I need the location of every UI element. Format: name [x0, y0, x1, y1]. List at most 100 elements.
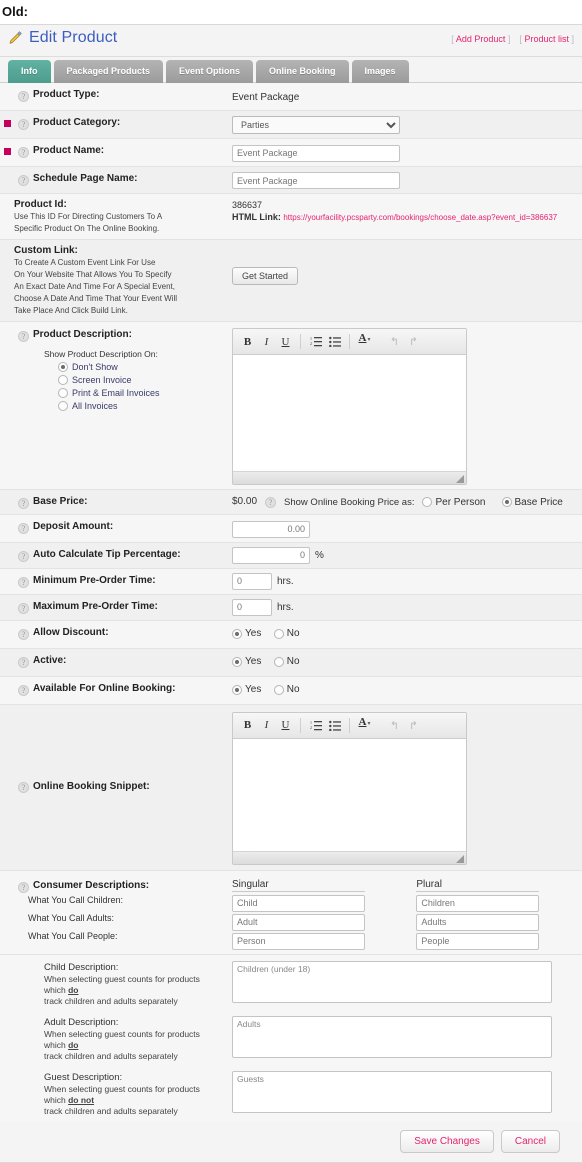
underline-icon[interactable]: U: [277, 716, 294, 735]
children-singular-input[interactable]: [232, 894, 365, 912]
option-screen-invoice[interactable]: Screen Invoice: [58, 375, 226, 385]
available-online-no-label: No: [286, 684, 300, 695]
children-plural-input[interactable]: [416, 894, 540, 912]
radio-yes-icon[interactable]: [232, 628, 242, 639]
adults-singular-input[interactable]: [232, 913, 365, 931]
child-description-textarea[interactable]: [232, 960, 552, 1003]
deposit-amount-input[interactable]: [232, 520, 310, 538]
help-icon[interactable]: ?: [18, 91, 29, 102]
get-started-button[interactable]: Get Started: [232, 267, 299, 285]
base-price-value: $0.00: [232, 496, 258, 507]
undo-icon[interactable]: ↰: [386, 332, 403, 351]
radio-yes-icon[interactable]: [232, 656, 242, 667]
add-product-link[interactable]: Add Product: [456, 34, 506, 44]
price-mode-per-person-label: Per Person: [435, 496, 486, 508]
help-icon[interactable]: ?: [18, 550, 29, 562]
italic-icon[interactable]: I: [258, 716, 275, 735]
help-icon[interactable]: ?: [18, 684, 29, 696]
tab-info[interactable]: Info: [8, 60, 51, 83]
help-icon[interactable]: ?: [18, 881, 29, 893]
bold-icon[interactable]: B: [239, 716, 256, 735]
page-header: Edit Product [ Add Product ] [ Product l…: [0, 25, 582, 57]
tab-event-options[interactable]: Event Options: [166, 60, 254, 83]
min-preorder-input[interactable]: [232, 572, 272, 590]
help-icon[interactable]: ?: [18, 656, 29, 668]
online-booking-snippet-editor-body[interactable]: [233, 738, 466, 851]
tab-packaged-products[interactable]: Packaged Products: [53, 60, 164, 83]
product-name-input[interactable]: [232, 144, 400, 162]
max-preorder-input[interactable]: [232, 598, 272, 616]
ordered-list-icon[interactable]: 12: [307, 716, 324, 735]
option-print-email-invoices[interactable]: Print & Email Invoices: [58, 388, 226, 398]
redo-icon[interactable]: ↱: [405, 332, 422, 351]
adults-plural-input[interactable]: [416, 913, 540, 931]
option-all-invoices[interactable]: All Invoices: [58, 401, 226, 411]
unordered-list-icon[interactable]: [326, 716, 343, 735]
font-color-icon[interactable]: A ▾: [356, 716, 373, 735]
tab-images[interactable]: Images: [351, 60, 409, 83]
people-singular-input[interactable]: [232, 932, 365, 950]
underline-icon[interactable]: U: [277, 332, 294, 351]
allow-discount-yes[interactable]: Yes: [232, 628, 261, 639]
radio-per-person-icon[interactable]: [422, 497, 433, 507]
html-link-url[interactable]: https://yourfacility.pcsparty.com/bookin…: [283, 213, 557, 222]
active-yes-label: Yes: [245, 656, 262, 667]
schedule-page-name-input[interactable]: [232, 172, 400, 189]
tip-percentage-input[interactable]: [232, 546, 310, 564]
radio-base-price-icon[interactable]: [501, 497, 512, 507]
font-color-icon[interactable]: A ▾: [356, 332, 373, 351]
available-online-yes[interactable]: Yes: [232, 684, 261, 695]
min-preorder-unit: hrs.: [277, 575, 294, 587]
schedule-page-name-label: Schedule Page Name:: [33, 172, 138, 184]
radio-all-invoices-icon[interactable]: [58, 401, 68, 411]
radio-no-icon[interactable]: [273, 628, 284, 639]
product-list-link[interactable]: Product list: [524, 34, 569, 44]
help-icon[interactable]: ?: [18, 602, 29, 614]
child-description-note-1: When selecting guest counts for products: [44, 973, 200, 984]
price-mode-base-price[interactable]: Base Price: [501, 497, 563, 508]
resize-grip-icon[interactable]: [456, 854, 464, 863]
save-changes-button[interactable]: Save Changes: [400, 1129, 494, 1153]
radio-dont-show-icon[interactable]: [58, 362, 68, 372]
radio-print-email-invoices-icon[interactable]: [58, 388, 68, 398]
help-icon[interactable]: ?: [18, 576, 29, 588]
people-plural-input[interactable]: [416, 932, 540, 950]
allow-discount-no[interactable]: No: [273, 628, 300, 639]
undo-icon[interactable]: ↰: [386, 716, 403, 735]
price-mode-per-person[interactable]: Per Person: [422, 496, 486, 508]
radio-no-icon[interactable]: [273, 684, 284, 695]
adult-description-textarea[interactable]: [232, 1015, 552, 1058]
redo-icon[interactable]: ↱: [405, 716, 422, 735]
help-icon[interactable]: ?: [18, 781, 29, 793]
help-icon[interactable]: ?: [18, 119, 29, 130]
radio-no-icon[interactable]: [273, 656, 284, 667]
option-dont-show[interactable]: Don't Show: [58, 362, 226, 372]
unordered-list-icon[interactable]: [326, 332, 343, 351]
available-online-no[interactable]: No: [273, 684, 300, 695]
help-icon[interactable]: ?: [18, 174, 29, 186]
help-icon[interactable]: ?: [265, 496, 277, 508]
row-product-category: ? Product Category: Parties: [0, 111, 582, 139]
product-type-label: Product Type:: [33, 89, 100, 100]
active-no[interactable]: No: [273, 656, 300, 667]
help-icon[interactable]: ?: [18, 147, 29, 158]
help-icon[interactable]: ?: [18, 628, 29, 640]
ordered-list-icon[interactable]: 12: [307, 332, 324, 351]
help-icon[interactable]: ?: [18, 523, 29, 534]
active-yes[interactable]: Yes: [232, 656, 261, 667]
radio-screen-invoice-icon[interactable]: [58, 375, 68, 385]
option-all-invoices-label: All Invoices: [72, 401, 118, 411]
help-icon[interactable]: ?: [18, 498, 29, 509]
radio-yes-icon[interactable]: [232, 684, 242, 695]
cancel-button[interactable]: Cancel: [500, 1129, 560, 1153]
edit-product-page: Edit Product [ Add Product ] [ Product l…: [0, 24, 582, 1163]
tab-online-booking[interactable]: Online Booking: [256, 60, 349, 83]
help-icon[interactable]: ?: [18, 331, 29, 342]
resize-grip-icon[interactable]: [456, 475, 464, 483]
product-category-select[interactable]: Parties: [232, 116, 400, 134]
product-description-editor-body[interactable]: [233, 355, 466, 471]
guest-description-textarea[interactable]: [232, 1070, 552, 1113]
italic-icon[interactable]: I: [258, 332, 275, 351]
bold-icon[interactable]: B: [239, 332, 256, 351]
toolbar-divider: [349, 717, 350, 733]
